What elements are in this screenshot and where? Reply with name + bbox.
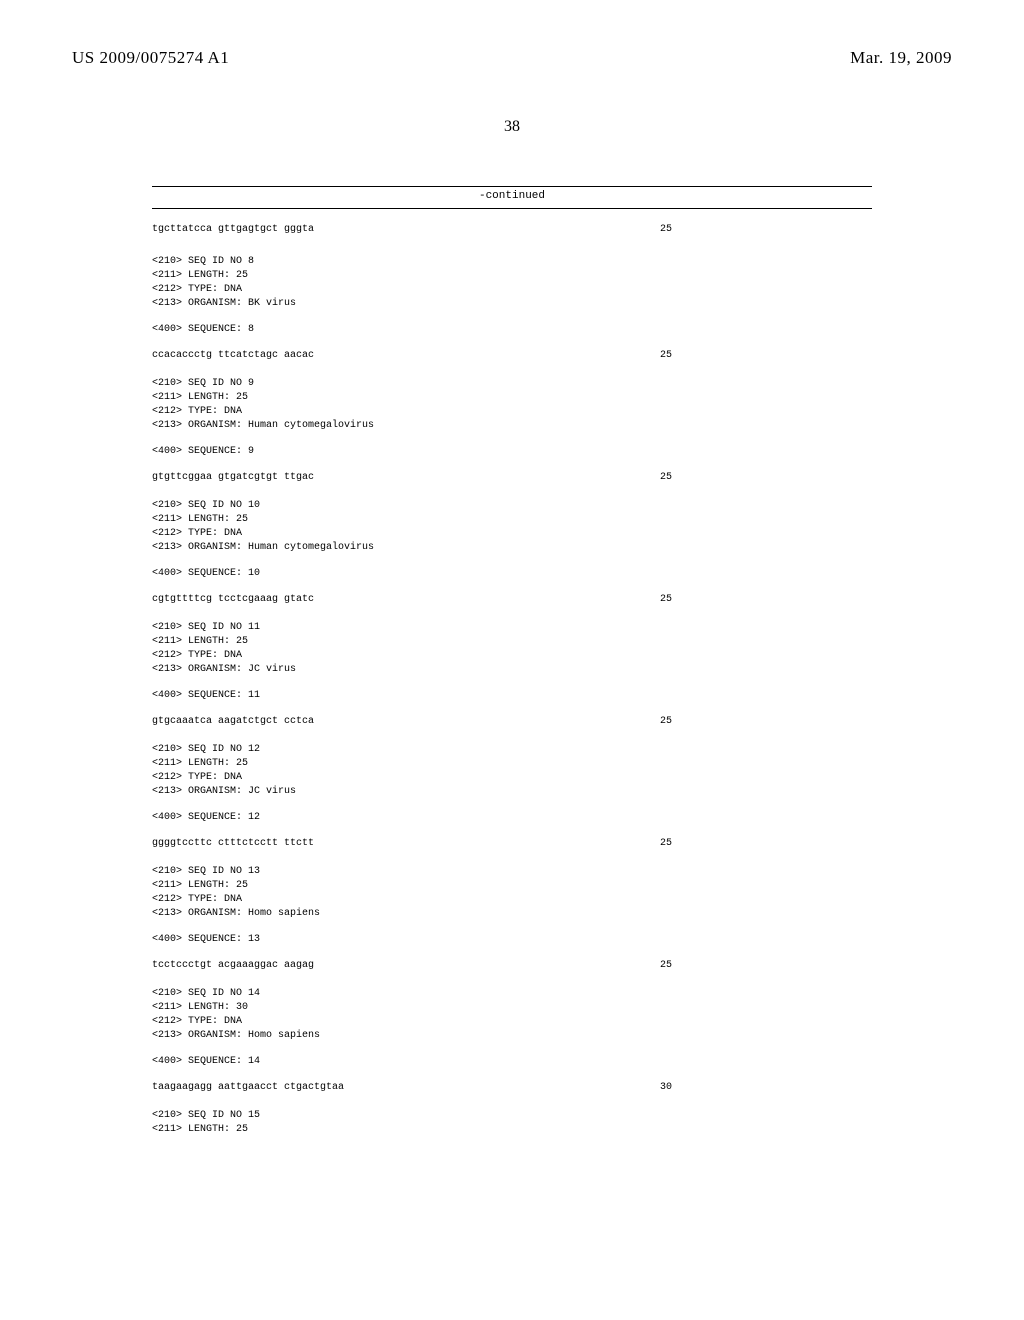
- sequence-text: ccacaccctg ttcatctagc aacac: [152, 349, 314, 363]
- sequence-text: gtgcaaatca aagatctgct cctca: [152, 715, 314, 729]
- sequence-row: gtgcaaatca aagatctgct cctca 25: [152, 715, 872, 729]
- seq-length-line: <211> LENGTH: 25: [152, 391, 872, 405]
- sequence-text: taagaagagg aattgaacct ctgactgtaa: [152, 1081, 344, 1095]
- continued-label: -continued: [479, 190, 545, 202]
- sequence-row: gtgttcggaa gtgatcgtgt ttgac 25: [152, 471, 872, 485]
- sequence-row: ccacaccctg ttcatctagc aacac 25: [152, 349, 872, 363]
- sequence-text: ggggtccttc ctttctcctt ttctt: [152, 837, 314, 851]
- seq-type-line: <212> TYPE: DNA: [152, 405, 872, 419]
- seq-number-label: <400> SEQUENCE: 11: [152, 689, 872, 703]
- seq-organism-line: <213> ORGANISM: Human cytomegalovirus: [152, 541, 872, 555]
- seq-organism-line: <213> ORGANISM: JC virus: [152, 785, 872, 799]
- seq-length-line: <211> LENGTH: 25: [152, 1123, 872, 1137]
- sequence-length: 25: [660, 349, 872, 363]
- seq-number-label: <400> SEQUENCE: 12: [152, 811, 872, 825]
- seq-id-line: <210> SEQ ID NO 14: [152, 987, 872, 1001]
- seq-length-line: <211> LENGTH: 25: [152, 635, 872, 649]
- publication-number: US 2009/0075274 A1: [72, 48, 229, 68]
- seq-length-line: <211> LENGTH: 25: [152, 513, 872, 527]
- sequence-length: 25: [660, 593, 872, 607]
- sequence-row: ggggtccttc ctttctcctt ttctt 25: [152, 837, 872, 851]
- sequence-block: <210> SEQ ID NO 12 <211> LENGTH: 25 <212…: [152, 743, 872, 851]
- sequence-text: tgcttatcca gttgagtgct gggta: [152, 223, 314, 237]
- sequence-block: <210> SEQ ID NO 11 <211> LENGTH: 25 <212…: [152, 621, 872, 729]
- seq-type-line: <212> TYPE: DNA: [152, 283, 872, 297]
- seq-id-line: <210> SEQ ID NO 9: [152, 377, 872, 391]
- seq-number-label: <400> SEQUENCE: 8: [152, 323, 872, 337]
- sequence-length: 30: [660, 1081, 872, 1095]
- continued-banner: -continued: [152, 186, 872, 209]
- sequence-length: 25: [660, 837, 872, 851]
- seq-number-label: <400> SEQUENCE: 13: [152, 933, 872, 947]
- sequence-block: <210> SEQ ID NO 9 <211> LENGTH: 25 <212>…: [152, 377, 872, 485]
- sequence-block: <210> SEQ ID NO 8 <211> LENGTH: 25 <212>…: [152, 255, 872, 363]
- page-header: US 2009/0075274 A1 Mar. 19, 2009: [0, 0, 1024, 68]
- seq-type-line: <212> TYPE: DNA: [152, 649, 872, 663]
- sequence-block: <210> SEQ ID NO 10 <211> LENGTH: 25 <212…: [152, 499, 872, 607]
- seq-organism-line: <213> ORGANISM: Human cytomegalovirus: [152, 419, 872, 433]
- seq-length-line: <211> LENGTH: 25: [152, 269, 872, 283]
- sequence-text: cgtgttttcg tcctcgaaag gtatc: [152, 593, 314, 607]
- seq-number-label: <400> SEQUENCE: 9: [152, 445, 872, 459]
- seq-length-line: <211> LENGTH: 25: [152, 879, 872, 893]
- publication-date: Mar. 19, 2009: [850, 48, 952, 68]
- seq-type-line: <212> TYPE: DNA: [152, 1015, 872, 1029]
- seq-length-line: <211> LENGTH: 25: [152, 757, 872, 771]
- sequence-length: 25: [660, 471, 872, 485]
- seq-length-line: <211> LENGTH: 30: [152, 1001, 872, 1015]
- sequence-row: cgtgttttcg tcctcgaaag gtatc 25: [152, 593, 872, 607]
- seq-type-line: <212> TYPE: DNA: [152, 527, 872, 541]
- sequence-text: gtgttcggaa gtgatcgtgt ttgac: [152, 471, 314, 485]
- sequence-row: tcctccctgt acgaaaggac aagag 25: [152, 959, 872, 973]
- seq-organism-line: <213> ORGANISM: Homo sapiens: [152, 1029, 872, 1043]
- seq-id-line: <210> SEQ ID NO 11: [152, 621, 872, 635]
- sequence-row: taagaagagg aattgaacct ctgactgtaa 30: [152, 1081, 872, 1095]
- sequence-length: 25: [660, 959, 872, 973]
- seq-id-line: <210> SEQ ID NO 10: [152, 499, 872, 513]
- seq-type-line: <212> TYPE: DNA: [152, 771, 872, 785]
- sequence-text: tcctccctgt acgaaaggac aagag: [152, 959, 314, 973]
- seq-number-label: <400> SEQUENCE: 10: [152, 567, 872, 581]
- seq-organism-line: <213> ORGANISM: Homo sapiens: [152, 907, 872, 921]
- seq-id-line: <210> SEQ ID NO 12: [152, 743, 872, 757]
- page-number: 38: [0, 118, 1024, 136]
- seq-number-label: <400> SEQUENCE: 14: [152, 1055, 872, 1069]
- sequence-listing: -continued tgcttatcca gttgagtgct gggta 2…: [152, 186, 872, 1137]
- sequence-block: <210> SEQ ID NO 14 <211> LENGTH: 30 <212…: [152, 987, 872, 1095]
- seq-id-line: <210> SEQ ID NO 13: [152, 865, 872, 879]
- sequence-block-partial: <210> SEQ ID NO 15 <211> LENGTH: 25: [152, 1109, 872, 1137]
- seq-id-line: <210> SEQ ID NO 15: [152, 1109, 872, 1123]
- sequence-length: 25: [660, 715, 872, 729]
- sequence-length: 25: [660, 223, 872, 237]
- seq-type-line: <212> TYPE: DNA: [152, 893, 872, 907]
- seq-organism-line: <213> ORGANISM: BK virus: [152, 297, 872, 311]
- seq-organism-line: <213> ORGANISM: JC virus: [152, 663, 872, 677]
- sequence-block: <210> SEQ ID NO 13 <211> LENGTH: 25 <212…: [152, 865, 872, 973]
- seq-id-line: <210> SEQ ID NO 8: [152, 255, 872, 269]
- sequence-row: tgcttatcca gttgagtgct gggta 25: [152, 223, 872, 237]
